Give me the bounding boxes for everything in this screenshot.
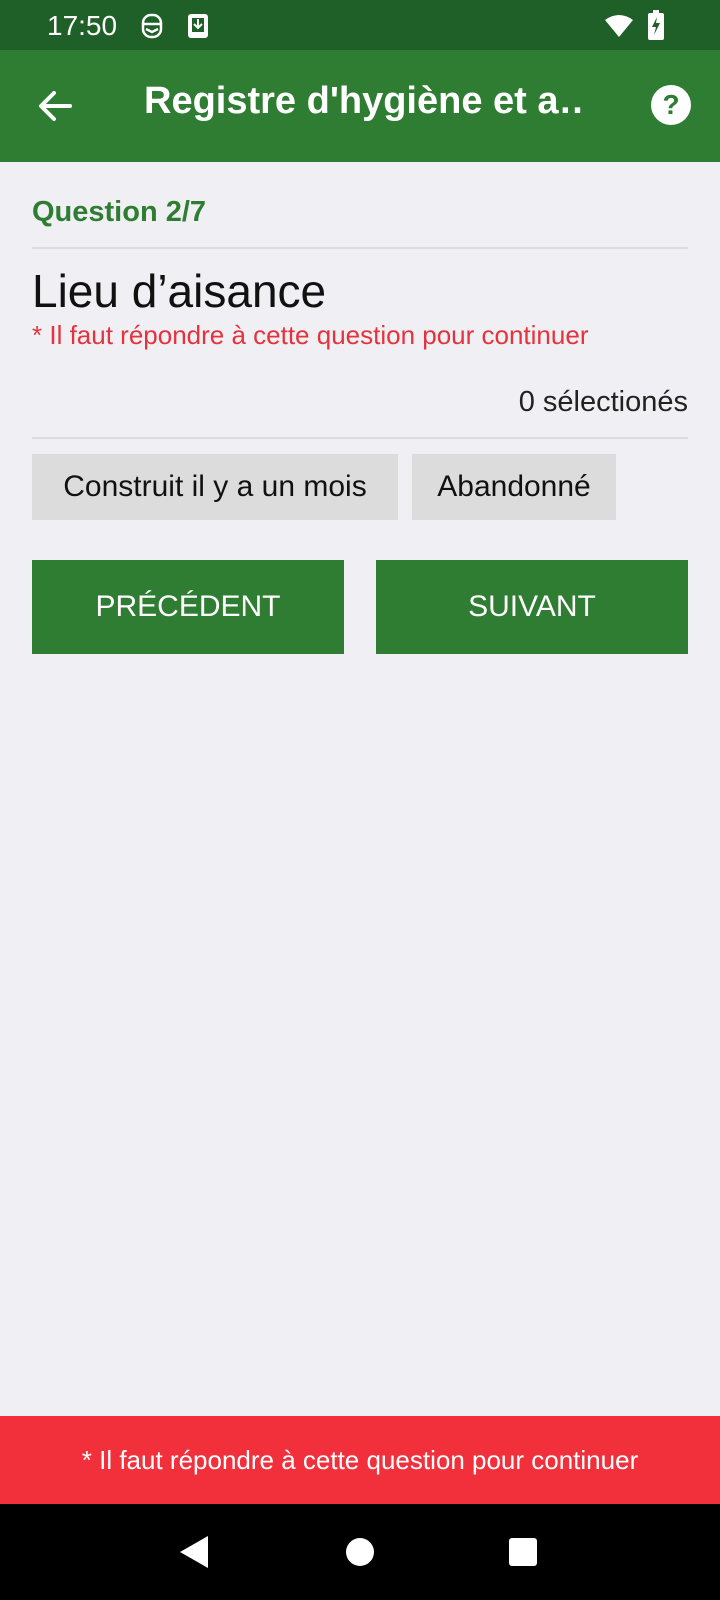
required-warning: * Il faut répondre à cette question pour… — [32, 320, 589, 350]
system-nav-bar — [0, 1504, 720, 1600]
status-bar: 17:50 — [0, 0, 720, 50]
back-button[interactable] — [32, 82, 80, 130]
battery-charging-icon — [648, 10, 664, 45]
question-number: Question 2/7 — [32, 196, 207, 228]
nav-home-icon[interactable] — [345, 1537, 375, 1567]
error-snackbar: * Il faut répondre à cette question pour… — [0, 1416, 720, 1504]
nav-recents-icon[interactable] — [508, 1537, 538, 1567]
app-bar: Registre d'hygiène et a… ? — [0, 50, 720, 162]
question-title: Lieu d’aisance — [32, 265, 327, 317]
divider — [32, 247, 688, 249]
option-chip[interactable]: Abandonné — [412, 454, 616, 520]
help-button[interactable]: ? — [650, 84, 692, 126]
previous-button[interactable]: PRÉCÉDENT — [32, 560, 344, 654]
download-icon — [186, 12, 210, 45]
divider — [32, 437, 688, 439]
next-button[interactable]: SUIVANT — [376, 560, 688, 654]
notification-app-icon — [140, 12, 164, 45]
wifi-icon — [604, 14, 634, 43]
nav-back-icon[interactable] — [178, 1534, 210, 1570]
status-time: 17:50 — [47, 10, 118, 41]
option-chip[interactable]: Construit il y a un mois — [32, 454, 398, 520]
selected-count: 0 sélectionés — [518, 386, 688, 418]
help-circle-icon: ? — [651, 85, 691, 125]
svg-text:?: ? — [662, 89, 679, 120]
app-title: Registre d'hygiène et a… — [144, 80, 584, 122]
arrow-left-icon — [39, 91, 72, 121]
